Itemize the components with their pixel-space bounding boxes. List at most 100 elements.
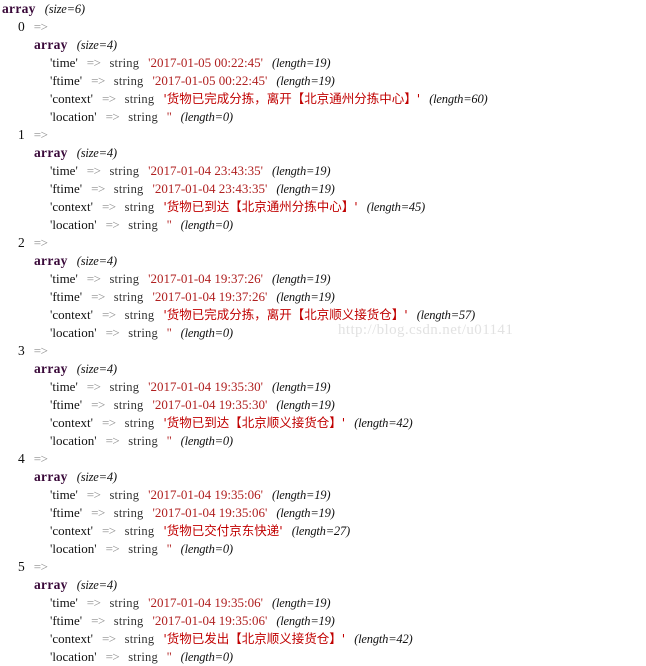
value-length: (length=27) — [291, 524, 351, 538]
assoc-arrow-icon: => — [91, 73, 105, 88]
type-label-string: string — [128, 542, 158, 556]
entry-array-header: array (size=4) — [0, 252, 646, 270]
value-length: (length=0) — [180, 218, 233, 232]
entry-field-row: 'ftime' => string '2017-01-04 23:43:35' (len… — [0, 180, 646, 198]
array-keyword: array — [34, 361, 68, 376]
assoc-arrow-icon: => — [91, 289, 105, 304]
type-label-string: string — [124, 92, 155, 106]
entry-field-row: 'time' => string '2017-01-04 23:43:35' (leng… — [0, 162, 646, 180]
key-context: 'context' — [50, 523, 93, 538]
key-time: 'time' — [50, 163, 78, 178]
value-ftime: '2017-01-04 19:35:30' — [152, 397, 268, 412]
value-length: (length=45) — [366, 200, 426, 214]
value-location: '' — [166, 217, 172, 232]
array-keyword: array — [34, 253, 68, 268]
assoc-arrow-icon: => — [33, 451, 48, 466]
value-length: (length=19) — [276, 614, 335, 628]
array-keyword: array — [34, 145, 68, 160]
value-length: (length=42) — [354, 416, 413, 430]
value-time: '2017-01-04 19:35:06' — [148, 487, 263, 502]
entry-field-row: 'ftime' => string '2017-01-04 19:35:30' (len… — [0, 396, 646, 414]
entry-array-header: array (size=4) — [0, 36, 646, 54]
entry-array-header: array (size=4) — [0, 144, 646, 162]
type-label-string: string — [128, 218, 158, 232]
key-time: 'time' — [50, 595, 78, 610]
key-context: 'context' — [50, 415, 93, 430]
key-time: 'time' — [50, 487, 78, 502]
assoc-arrow-icon: => — [105, 109, 120, 124]
entry-field-row: 'context' => string '货物已到达【北京顺义接货仓】' (length… — [0, 414, 646, 432]
type-label-string: string — [109, 380, 140, 394]
entry-field-row: 'location' => string '' (length=0) — [0, 540, 646, 558]
entry-field-row: 'time' => string '2017-01-04 19:35:06' (leng… — [0, 486, 646, 504]
value-context: '货物已发出【北京顺义接货仓】' — [163, 631, 346, 646]
assoc-arrow-icon: => — [33, 19, 48, 34]
entry-index: 5 — [18, 559, 25, 574]
type-label-string: string — [128, 110, 158, 124]
value-length: (length=19) — [276, 506, 335, 520]
assoc-arrow-icon: => — [105, 433, 120, 448]
key-ftime: 'ftime' — [50, 73, 83, 88]
type-label-string: string — [113, 398, 144, 412]
key-time: 'time' — [50, 379, 78, 394]
value-length: (length=19) — [271, 272, 331, 286]
key-location: 'location' — [50, 325, 97, 340]
value-context: '货物已交付京东快递' — [163, 523, 283, 538]
value-ftime: '2017-01-04 19:35:06' — [152, 505, 268, 520]
assoc-arrow-icon: => — [101, 523, 116, 538]
assoc-arrow-icon: => — [86, 487, 101, 502]
key-ftime: 'ftime' — [50, 181, 83, 196]
value-length: (length=19) — [276, 398, 335, 412]
entry-field-row: 'context' => string '货物已完成分拣，离开【北京顺义接货仓】' (l… — [0, 306, 646, 324]
type-label-string: string — [109, 488, 140, 502]
entry-index: 1 — [18, 127, 25, 142]
assoc-arrow-icon: => — [91, 613, 105, 628]
type-label-string: string — [124, 308, 155, 322]
var-dump-output: array (size=6) 0 => array (size=4) 'time' => str… — [0, 0, 646, 666]
entry-array-header: array (size=4) — [0, 576, 646, 594]
value-length: (length=19) — [271, 596, 331, 610]
value-time: '2017-01-05 00:22:45' — [148, 55, 263, 70]
entry-field-row: 'time' => string '2017-01-05 00:22:45' (leng… — [0, 54, 646, 72]
entry-field-row: 'location' => string '' (length=0) — [0, 648, 646, 666]
key-time: 'time' — [50, 55, 78, 70]
value-ftime: '2017-01-04 19:37:26' — [152, 289, 268, 304]
assoc-arrow-icon: => — [86, 271, 101, 286]
assoc-arrow-icon: => — [86, 163, 101, 178]
entry-field-row: 'context' => string '货物已完成分拣，离开【北京通州分拣中心】' (… — [0, 90, 646, 108]
key-ftime: 'ftime' — [50, 397, 83, 412]
type-label-string: string — [109, 596, 140, 610]
value-time: '2017-01-04 19:37:26' — [148, 271, 263, 286]
array-keyword: array — [34, 37, 68, 52]
value-location: '' — [166, 433, 172, 448]
entry-index: 3 — [18, 343, 25, 358]
key-context: 'context' — [50, 199, 93, 214]
value-length: (length=19) — [271, 488, 331, 502]
assoc-arrow-icon: => — [91, 505, 105, 520]
entry-index-line: 3 => — [0, 342, 646, 360]
key-ftime: 'ftime' — [50, 613, 83, 628]
type-label-string: string — [113, 182, 144, 196]
value-location: '' — [166, 109, 172, 124]
type-label-string: string — [128, 434, 158, 448]
entry-array-size: (size=4) — [76, 254, 117, 268]
assoc-arrow-icon: => — [33, 343, 48, 358]
key-location: 'location' — [50, 541, 97, 556]
assoc-arrow-icon: => — [101, 631, 116, 646]
assoc-arrow-icon: => — [86, 55, 101, 70]
key-ftime: 'ftime' — [50, 505, 83, 520]
entry-index-line: 5 => — [0, 558, 646, 576]
type-label-string: string — [124, 524, 155, 538]
assoc-arrow-icon: => — [33, 127, 48, 142]
assoc-arrow-icon: => — [86, 379, 101, 394]
entry-array-header: array (size=4) — [0, 468, 646, 486]
key-context: 'context' — [50, 307, 93, 322]
value-location: '' — [166, 325, 172, 340]
value-length: (length=19) — [271, 380, 331, 394]
key-time: 'time' — [50, 271, 78, 286]
entry-array-size: (size=4) — [76, 578, 117, 592]
assoc-arrow-icon: => — [33, 235, 48, 250]
key-location: 'location' — [50, 649, 97, 664]
array-keyword: array — [2, 1, 36, 16]
type-label-string: string — [124, 632, 155, 646]
